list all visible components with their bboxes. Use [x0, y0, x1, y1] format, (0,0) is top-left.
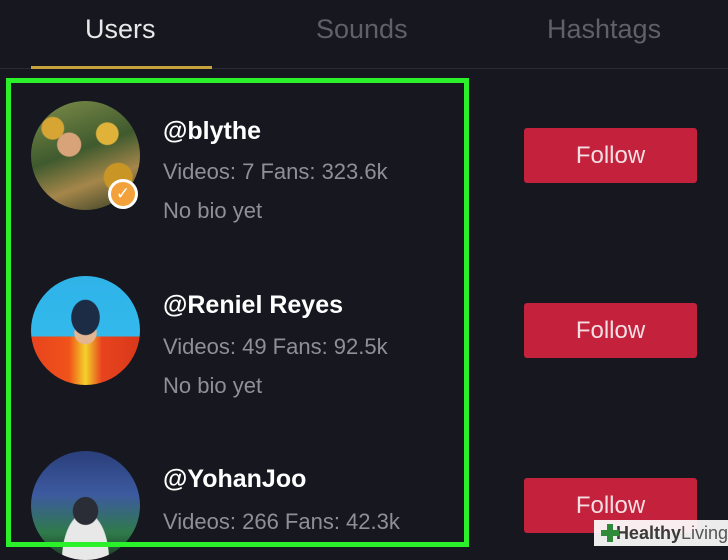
- tab-hashtags[interactable]: Hashtags: [547, 14, 661, 45]
- plus-logo-icon: [599, 522, 619, 544]
- follow-button[interactable]: Follow: [524, 128, 697, 183]
- active-tab-indicator: [31, 66, 212, 69]
- tab-sounds[interactable]: Sounds: [316, 14, 408, 45]
- tab-users[interactable]: Users: [85, 14, 156, 45]
- watermark-regular-text: Living: [680, 522, 728, 543]
- follow-button[interactable]: Follow: [524, 303, 697, 358]
- watermark: Healthy Living: [594, 520, 728, 546]
- watermark-bold-text: Healthy: [615, 522, 681, 543]
- tab-bar: Users Sounds Hashtags: [0, 0, 728, 69]
- highlight-box: [6, 78, 469, 547]
